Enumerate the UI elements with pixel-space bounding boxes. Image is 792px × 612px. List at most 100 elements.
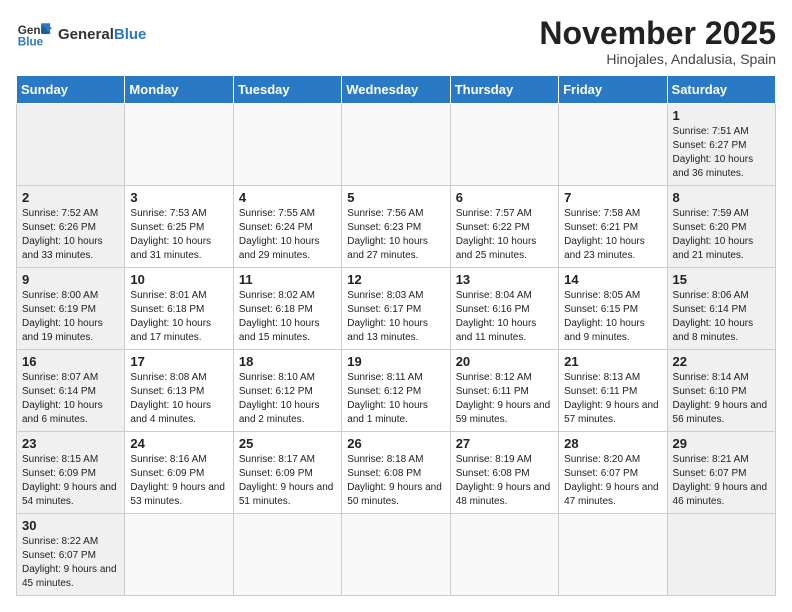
location-subtitle: Hinojales, Andalusia, Spain	[539, 51, 776, 67]
day-number: 14	[564, 272, 661, 287]
day-info: Sunrise: 8:15 AM Sunset: 6:09 PM Dayligh…	[22, 453, 119, 509]
day-number: 18	[239, 354, 336, 369]
calendar-week-4: 23 Sunrise: 8:15 AM Sunset: 6:09 PM Dayli…	[17, 432, 776, 514]
calendar-cell	[233, 514, 341, 596]
calendar-cell: 8 Sunrise: 7:59 AM Sunset: 6:20 PM Daylig…	[667, 186, 775, 268]
day-number: 22	[673, 354, 770, 369]
calendar-cell: 11Sunrise: 8:02 AM Sunset: 6:18 PM Dayli…	[233, 268, 341, 350]
calendar-cell: 15 Sunrise: 8:06 AM Sunset: 6:14 PM Dayli…	[667, 268, 775, 350]
weekday-header-saturday: Saturday	[667, 76, 775, 104]
day-info: Sunrise: 8:10 AM Sunset: 6:12 PM Dayligh…	[239, 371, 336, 427]
calendar-table: SundayMondayTuesdayWednesdayThursdayFrid…	[16, 75, 776, 596]
calendar-cell: 16Sunrise: 8:07 AM Sunset: 6:14 PM Dayli…	[17, 350, 125, 432]
page-header: General Blue GeneralBlue November 2025 H…	[16, 16, 776, 67]
day-info: Sunrise: 7:55 AM Sunset: 6:24 PM Dayligh…	[239, 207, 336, 263]
day-info: Sunrise: 8:14 AM Sunset: 6:10 PM Dayligh…	[673, 371, 770, 427]
calendar-cell	[450, 104, 558, 186]
day-number: 8	[673, 190, 770, 205]
day-number: 16	[22, 354, 119, 369]
weekday-header-wednesday: Wednesday	[342, 76, 450, 104]
day-info: Sunrise: 8:17 AM Sunset: 6:09 PM Dayligh…	[239, 453, 336, 509]
calendar-cell	[342, 514, 450, 596]
calendar-cell: 4 Sunrise: 7:55 AM Sunset: 6:24 PM Daylig…	[233, 186, 341, 268]
day-info: Sunrise: 8:00 AM Sunset: 6:19 PM Dayligh…	[22, 289, 119, 345]
calendar-body: 1 Sunrise: 7:51 AM Sunset: 6:27 PM Daylig…	[17, 104, 776, 596]
calendar-cell	[17, 104, 125, 186]
calendar-cell: 22 Sunrise: 8:14 AM Sunset: 6:10 PM Dayli…	[667, 350, 775, 432]
calendar-cell: 13 Sunrise: 8:04 AM Sunset: 6:16 PM Dayli…	[450, 268, 558, 350]
calendar-week-5: 30 Sunrise: 8:22 AM Sunset: 6:07 PM Dayli…	[17, 514, 776, 596]
day-info: Sunrise: 8:03 AM Sunset: 6:17 PM Dayligh…	[347, 289, 444, 345]
calendar-cell: 10Sunrise: 8:01 AM Sunset: 6:18 PM Dayli…	[125, 268, 233, 350]
day-info: Sunrise: 8:18 AM Sunset: 6:08 PM Dayligh…	[347, 453, 444, 509]
day-info: Sunrise: 8:21 AM Sunset: 6:07 PM Dayligh…	[673, 453, 770, 509]
calendar-cell: 27 Sunrise: 8:19 AM Sunset: 6:08 PM Dayli…	[450, 432, 558, 514]
day-number: 1	[673, 108, 770, 123]
day-number: 7	[564, 190, 661, 205]
calendar-cell: 30 Sunrise: 8:22 AM Sunset: 6:07 PM Dayli…	[17, 514, 125, 596]
day-number: 28	[564, 436, 661, 451]
day-info: Sunrise: 8:19 AM Sunset: 6:08 PM Dayligh…	[456, 453, 553, 509]
day-info: Sunrise: 7:58 AM Sunset: 6:21 PM Dayligh…	[564, 207, 661, 263]
day-info: Sunrise: 7:51 AM Sunset: 6:27 PM Dayligh…	[673, 125, 770, 181]
day-number: 29	[673, 436, 770, 451]
weekday-header-friday: Friday	[559, 76, 667, 104]
day-info: Sunrise: 8:11 AM Sunset: 6:12 PM Dayligh…	[347, 371, 444, 427]
calendar-cell	[342, 104, 450, 186]
day-info: Sunrise: 8:12 AM Sunset: 6:11 PM Dayligh…	[456, 371, 553, 427]
title-area: November 2025 Hinojales, Andalusia, Spai…	[539, 16, 776, 67]
day-info: Sunrise: 8:22 AM Sunset: 6:07 PM Dayligh…	[22, 535, 119, 591]
day-number: 12	[347, 272, 444, 287]
day-info: Sunrise: 7:56 AM Sunset: 6:23 PM Dayligh…	[347, 207, 444, 263]
calendar-cell: 7 Sunrise: 7:58 AM Sunset: 6:21 PM Daylig…	[559, 186, 667, 268]
day-number: 6	[456, 190, 553, 205]
day-number: 23	[22, 436, 119, 451]
calendar-cell: 28Sunrise: 8:20 AM Sunset: 6:07 PM Dayli…	[559, 432, 667, 514]
day-info: Sunrise: 8:05 AM Sunset: 6:15 PM Dayligh…	[564, 289, 661, 345]
day-info: Sunrise: 8:16 AM Sunset: 6:09 PM Dayligh…	[130, 453, 227, 509]
day-info: Sunrise: 7:53 AM Sunset: 6:25 PM Dayligh…	[130, 207, 227, 263]
calendar-cell: 14 Sunrise: 8:05 AM Sunset: 6:15 PM Dayli…	[559, 268, 667, 350]
day-number: 11	[239, 272, 336, 287]
day-number: 27	[456, 436, 553, 451]
calendar-cell	[559, 514, 667, 596]
day-info: Sunrise: 7:57 AM Sunset: 6:22 PM Dayligh…	[456, 207, 553, 263]
weekday-header-row: SundayMondayTuesdayWednesdayThursdayFrid…	[17, 76, 776, 104]
calendar-cell	[125, 104, 233, 186]
day-number: 13	[456, 272, 553, 287]
weekday-header-thursday: Thursday	[450, 76, 558, 104]
day-number: 15	[673, 272, 770, 287]
calendar-cell: 6 Sunrise: 7:57 AM Sunset: 6:22 PM Daylig…	[450, 186, 558, 268]
day-number: 21	[564, 354, 661, 369]
weekday-header-monday: Monday	[125, 76, 233, 104]
logo: General Blue GeneralBlue	[16, 16, 146, 52]
month-title: November 2025	[539, 16, 776, 51]
day-number: 26	[347, 436, 444, 451]
logo-icon: General Blue	[16, 16, 52, 52]
day-info: Sunrise: 8:08 AM Sunset: 6:13 PM Dayligh…	[130, 371, 227, 427]
day-number: 4	[239, 190, 336, 205]
calendar-cell	[559, 104, 667, 186]
day-info: Sunrise: 8:06 AM Sunset: 6:14 PM Dayligh…	[673, 289, 770, 345]
day-number: 25	[239, 436, 336, 451]
weekday-header-sunday: Sunday	[17, 76, 125, 104]
day-info: Sunrise: 8:04 AM Sunset: 6:16 PM Dayligh…	[456, 289, 553, 345]
weekday-header-tuesday: Tuesday	[233, 76, 341, 104]
calendar-week-0: 1 Sunrise: 7:51 AM Sunset: 6:27 PM Daylig…	[17, 104, 776, 186]
calendar-cell: 17Sunrise: 8:08 AM Sunset: 6:13 PM Dayli…	[125, 350, 233, 432]
day-number: 5	[347, 190, 444, 205]
calendar-cell: 20 Sunrise: 8:12 AM Sunset: 6:11 PM Dayli…	[450, 350, 558, 432]
calendar-cell: 3Sunrise: 7:53 AM Sunset: 6:25 PM Daylig…	[125, 186, 233, 268]
day-info: Sunrise: 7:59 AM Sunset: 6:20 PM Dayligh…	[673, 207, 770, 263]
calendar-cell: 23 Sunrise: 8:15 AM Sunset: 6:09 PM Dayli…	[17, 432, 125, 514]
calendar-cell: 12 Sunrise: 8:03 AM Sunset: 6:17 PM Dayli…	[342, 268, 450, 350]
day-number: 20	[456, 354, 553, 369]
day-number: 9	[22, 272, 119, 287]
day-number: 24	[130, 436, 227, 451]
day-number: 30	[22, 518, 119, 533]
calendar-cell: 1 Sunrise: 7:51 AM Sunset: 6:27 PM Daylig…	[667, 104, 775, 186]
calendar-cell	[233, 104, 341, 186]
calendar-cell: 25 Sunrise: 8:17 AM Sunset: 6:09 PM Dayli…	[233, 432, 341, 514]
calendar-week-1: 2Sunrise: 7:52 AM Sunset: 6:26 PM Daylig…	[17, 186, 776, 268]
calendar-week-2: 9 Sunrise: 8:00 AM Sunset: 6:19 PM Daylig…	[17, 268, 776, 350]
